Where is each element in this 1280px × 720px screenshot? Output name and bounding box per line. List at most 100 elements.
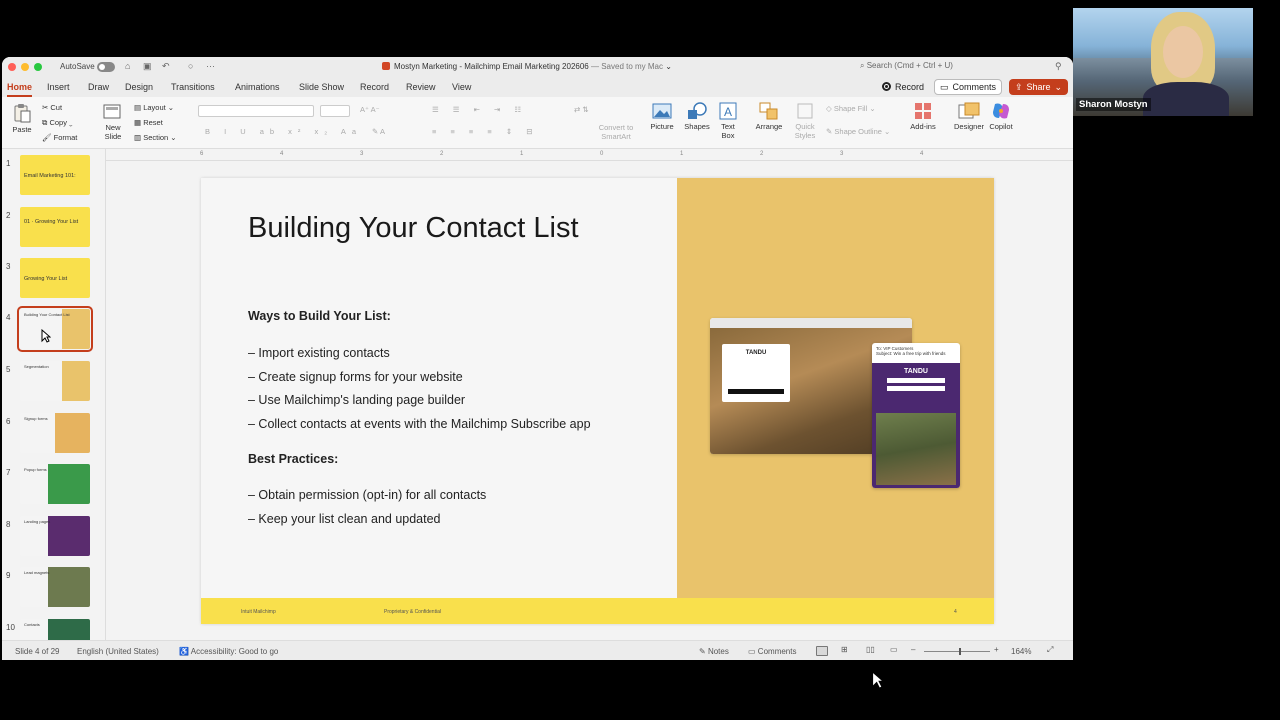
shapes-button[interactable]: Shapes <box>682 102 712 131</box>
zoom-slider-knob[interactable] <box>959 648 961 655</box>
ways-item[interactable]: – Use Mailchimp's landing page builder <box>248 393 465 407</box>
ribbon-tabs: Home Insert Draw Design Transitions Anim… <box>2 77 1073 97</box>
reset-button[interactable]: ▦ Reset <box>134 118 163 127</box>
thumbnail-slide-1[interactable]: 1 Email Marketing 101: <box>2 155 105 201</box>
practices-item[interactable]: – Obtain permission (opt-in) for all con… <box>248 488 486 502</box>
copilot-button[interactable]: Copilot <box>986 102 1016 131</box>
redo-icon[interactable]: ○ <box>188 61 193 71</box>
zoom-level[interactable]: 164% <box>1011 647 1031 656</box>
arrange-button[interactable]: Arrange <box>752 102 786 131</box>
format-painter-button[interactable]: 🖌 Format <box>42 133 77 142</box>
convert-smartart-button[interactable]: Convert to SmartArt <box>596 123 636 141</box>
tab-animations[interactable]: Animations <box>235 82 280 92</box>
record-button[interactable]: Record <box>876 79 930 94</box>
thumbnail-slide-2[interactable]: 2 01 · Growing Your List <box>2 207 105 253</box>
shape-fill-button[interactable]: ◇ Shape Fill ⌄ <box>826 104 876 113</box>
thumbnail-slide-3[interactable]: 3 Growing Your List <box>2 258 105 304</box>
align-icons[interactable]: ≡ ≡ ≡ ≡ ⇕ ⊟ <box>432 127 539 136</box>
layout-button[interactable]: ▤ Layout ⌄ <box>134 103 174 112</box>
text-format-icons[interactable]: B I U ab x² x₂ Aa <box>205 127 362 136</box>
tab-draw[interactable]: Draw <box>88 82 109 92</box>
language-status[interactable]: English (United States) <box>77 647 159 656</box>
thumbnail-slide-10[interactable]: 10 Contacts <box>2 619 105 640</box>
tab-view[interactable]: View <box>452 82 471 92</box>
thumbnail-slide-8[interactable]: 8 Landing pages <box>2 516 105 562</box>
slide-title[interactable]: Building Your Contact List <box>248 212 579 245</box>
font-size-icons[interactable]: A⁺ A⁻ <box>360 105 380 114</box>
comments-button[interactable]: ▭ Comments <box>934 79 1002 95</box>
thumbnail-slide-7[interactable]: 7 Popup forms <box>2 464 105 510</box>
comments-status-button[interactable]: ▭ Comments <box>748 647 796 656</box>
status-bar: Slide 4 of 29 English (United States) ♿ … <box>2 640 1073 660</box>
autosave-toggle[interactable] <box>97 62 115 72</box>
zoom-out-icon[interactable]: – <box>911 645 915 654</box>
ways-item[interactable]: – Import existing contacts <box>248 346 390 360</box>
paste-button[interactable]: Paste <box>8 103 36 134</box>
add-ins-button[interactable]: Add-ins <box>908 102 938 131</box>
shape-outline-button[interactable]: ✎ Shape Outline ⌄ <box>826 127 890 136</box>
ways-heading[interactable]: Ways to Build Your List: <box>248 309 391 323</box>
reading-view-icon[interactable]: ▯▯ <box>866 645 875 654</box>
search-box[interactable]: ⌕ Search (Cmd + Ctrl + U) <box>860 61 953 71</box>
document-title[interactable]: Mostyn Marketing - Mailchimp Email Marke… <box>382 62 672 71</box>
thumbnail-slide-4[interactable]: 4 Building Your Contact List <box>2 306 105 355</box>
close-window-button[interactable] <box>8 63 16 71</box>
text-box-icon: A <box>719 102 737 120</box>
tab-slide-show[interactable]: Slide Show <box>299 82 344 92</box>
email-mockup-image[interactable]: To: VIP Customers Subject: Win a free tr… <box>872 343 960 488</box>
new-slide-button[interactable]: New Slide <box>100 103 126 141</box>
undo-icon[interactable]: ↶ <box>162 61 170 72</box>
font-name-select[interactable] <box>198 105 314 117</box>
ways-item[interactable]: – Create signup forms for your website <box>248 370 463 384</box>
cut-button[interactable]: ✂ Cut <box>42 103 62 112</box>
notes-button[interactable]: ✎ Notes <box>699 647 729 656</box>
save-icon[interactable]: ▣ <box>143 61 152 72</box>
tab-home[interactable]: Home <box>7 82 33 97</box>
list-icons[interactable]: ☰ ☰ ⇤ ⇥ ☷ <box>432 105 527 114</box>
tab-design[interactable]: Design <box>125 82 153 92</box>
zoom-in-icon[interactable]: + <box>994 645 999 654</box>
slide-sorter-icon[interactable]: ⊞ <box>841 645 848 654</box>
picture-button[interactable]: Picture <box>648 102 676 131</box>
mouse-cursor-icon <box>871 670 885 690</box>
tab-insert[interactable]: Insert <box>47 82 70 92</box>
link-icon[interactable]: ⚲ <box>1055 61 1062 72</box>
paint-bucket-icon: ◇ <box>826 104 832 113</box>
minimize-window-button[interactable] <box>21 63 29 71</box>
designer-button[interactable]: Designer <box>952 102 986 131</box>
text-box-button[interactable]: A Text Box <box>716 102 740 140</box>
brush-icon: 🖌 <box>42 133 52 142</box>
comment-icon: ▭ <box>748 647 756 656</box>
slide-thumbnails-pane: 1 Email Marketing 101: 2 01 · Growing Yo… <box>2 149 106 640</box>
practices-heading[interactable]: Best Practices: <box>248 452 338 466</box>
quick-styles-button[interactable]: Quick Styles <box>790 102 820 140</box>
thumbnail-slide-6[interactable]: 6 Signup forms <box>2 413 105 459</box>
practices-item[interactable]: – Keep your list clean and updated <box>248 512 441 526</box>
fit-to-window-icon[interactable]: ⤢ <box>1047 645 1053 655</box>
zoom-window-button[interactable] <box>34 63 42 71</box>
slide-canvas[interactable]: Building Your Contact List Ways to Build… <box>201 178 994 624</box>
slideshow-icon[interactable]: ▭ <box>890 645 898 654</box>
thumbnail-slide-5[interactable]: 5 Segmentation <box>2 361 105 407</box>
font-color-icon[interactable]: ✎ A <box>372 127 385 136</box>
tab-record[interactable]: Record <box>360 82 389 92</box>
section-button[interactable]: ▥ Section ⌄ <box>134 133 177 142</box>
font-size-select[interactable] <box>320 105 350 117</box>
more-icon[interactable]: ··· <box>206 61 215 71</box>
normal-view-button[interactable] <box>816 646 828 656</box>
tab-transitions[interactable]: Transitions <box>171 82 215 92</box>
zoom-slider[interactable] <box>924 651 990 652</box>
accessibility-status[interactable]: ♿ Accessibility: Good to go <box>179 647 278 656</box>
copy-button[interactable]: ⧉ Copy ⌄ <box>42 118 73 128</box>
shapes-icon <box>688 102 707 119</box>
text-direction-icon[interactable]: ⇄ ⇅ <box>574 105 589 114</box>
section-icon: ▥ <box>134 133 142 142</box>
thumbnail-slide-9[interactable]: 9 Lead magnets <box>2 567 105 613</box>
layout-icon: ▤ <box>134 103 142 112</box>
quick-styles-icon <box>797 103 813 119</box>
video-participant-tile[interactable]: Sharon Mostyn <box>1073 8 1253 116</box>
home-icon[interactable]: ⌂ <box>125 61 130 71</box>
tab-review[interactable]: Review <box>406 82 436 92</box>
share-button[interactable]: ⇪ Share ⌄ <box>1009 79 1068 95</box>
ways-item[interactable]: – Collect contacts at events with the Ma… <box>248 417 591 431</box>
